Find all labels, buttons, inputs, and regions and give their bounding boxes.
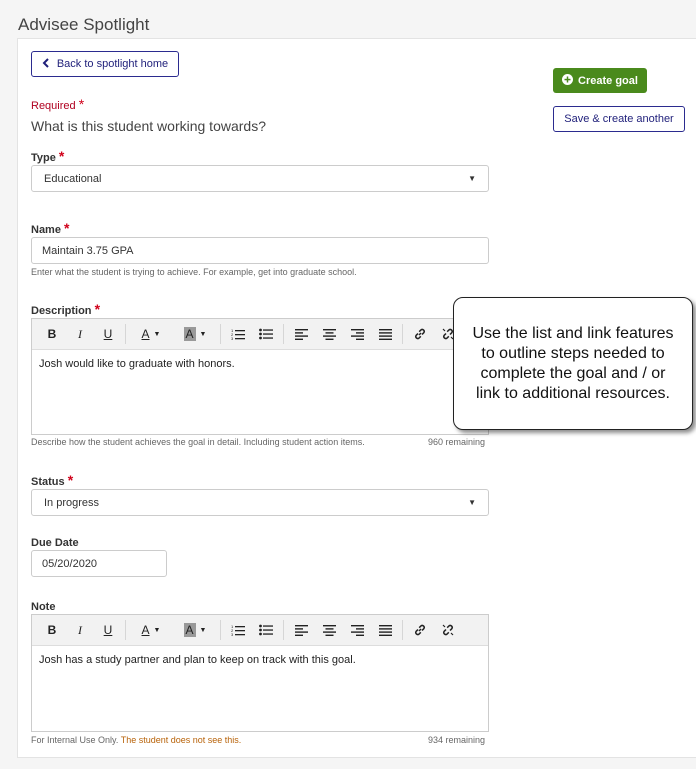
bold-button[interactable]: B (38, 619, 66, 641)
save-and-create-another-button[interactable]: Save & create another (553, 106, 685, 132)
required-star: * (78, 96, 85, 112)
link-icon[interactable] (406, 323, 434, 345)
text-color-button[interactable]: A ▼ (129, 619, 173, 641)
underline-button[interactable]: U (94, 619, 122, 641)
align-center-icon[interactable] (315, 619, 343, 641)
italic-button[interactable]: I (66, 619, 94, 641)
type-label: Type * (31, 148, 65, 164)
align-center-icon[interactable] (315, 323, 343, 345)
unlink-icon[interactable] (434, 619, 462, 641)
dropdown-caret-icon: ▼ (468, 498, 476, 507)
note-remaining: 934 remaining (428, 735, 486, 745)
required-indicator: Required * (31, 96, 85, 112)
align-right-icon[interactable] (343, 619, 371, 641)
note-content[interactable]: Josh has a study partner and plan to kee… (32, 646, 488, 674)
link-icon[interactable] (406, 619, 434, 641)
due-date-label: Due Date (31, 537, 79, 549)
back-to-spotlight-button[interactable]: Back to spotlight home (31, 51, 179, 77)
note-visibility-warning: The student does not see this. (120, 735, 242, 745)
numbered-list-icon[interactable]: 123 (224, 323, 252, 345)
due-date-input[interactable]: 05/20/2020 (31, 550, 167, 577)
dropdown-caret-icon: ▼ (468, 174, 476, 183)
form-question: What is this student working towards? (31, 118, 266, 134)
bullet-list-icon[interactable] (252, 323, 280, 345)
numbered-list-icon[interactable]: 123 (224, 619, 252, 641)
create-goal-button[interactable]: Create goal (553, 68, 647, 93)
align-left-icon[interactable] (287, 619, 315, 641)
bold-button[interactable]: B (38, 323, 66, 345)
align-left-icon[interactable] (287, 323, 315, 345)
svg-text:3: 3 (231, 336, 234, 340)
align-justify-icon[interactable] (371, 619, 399, 641)
description-toolbar: B I U A ▼ A ▼ 123 (32, 319, 488, 350)
name-input[interactable]: Maintain 3.75 GPA (31, 237, 489, 264)
description-remaining: 960 remaining (428, 437, 486, 447)
description-label: Description * (31, 301, 101, 317)
description-help: Describe how the student achieves the go… (31, 437, 365, 447)
note-toolbar: B I U A ▼ A ▼ 123 (32, 615, 488, 646)
background-color-button[interactable]: A ▼ (173, 619, 217, 641)
description-content[interactable]: Josh would like to graduate with honors. (32, 350, 488, 378)
status-label: Status * (31, 472, 74, 488)
type-select[interactable]: Educational ▼ (31, 165, 489, 192)
description-editor[interactable]: B I U A ▼ A ▼ 123 Josh would like to gra… (31, 318, 489, 435)
name-help: Enter what the student is trying to achi… (31, 267, 357, 277)
instruction-callout: Use the list and link features to outlin… (453, 297, 693, 430)
svg-text:3: 3 (231, 632, 234, 636)
chevron-left-icon (42, 57, 50, 71)
note-editor[interactable]: B I U A ▼ A ▼ 123 Josh has a study partn… (31, 614, 489, 732)
bullet-list-icon[interactable] (252, 619, 280, 641)
caret-down-icon: ▼ (199, 330, 207, 338)
plus-circle-icon (562, 73, 574, 88)
page-title: Advisee Spotlight (18, 15, 150, 34)
name-label: Name * (31, 220, 70, 236)
align-justify-icon[interactable] (371, 323, 399, 345)
underline-button[interactable]: U (94, 323, 122, 345)
text-color-button[interactable]: A ▼ (129, 323, 173, 345)
italic-button[interactable]: I (66, 323, 94, 345)
background-color-button[interactable]: A ▼ (173, 323, 217, 345)
note-label: Note (31, 601, 56, 613)
align-right-icon[interactable] (343, 323, 371, 345)
caret-down-icon: ▼ (153, 330, 161, 338)
back-button-label: Back to spotlight home (56, 58, 169, 70)
caret-down-icon: ▼ (153, 626, 161, 634)
note-help: For Internal Use Only. The student does … (31, 735, 242, 745)
caret-down-icon: ▼ (199, 626, 207, 634)
status-select[interactable]: In progress ▼ (31, 489, 489, 516)
